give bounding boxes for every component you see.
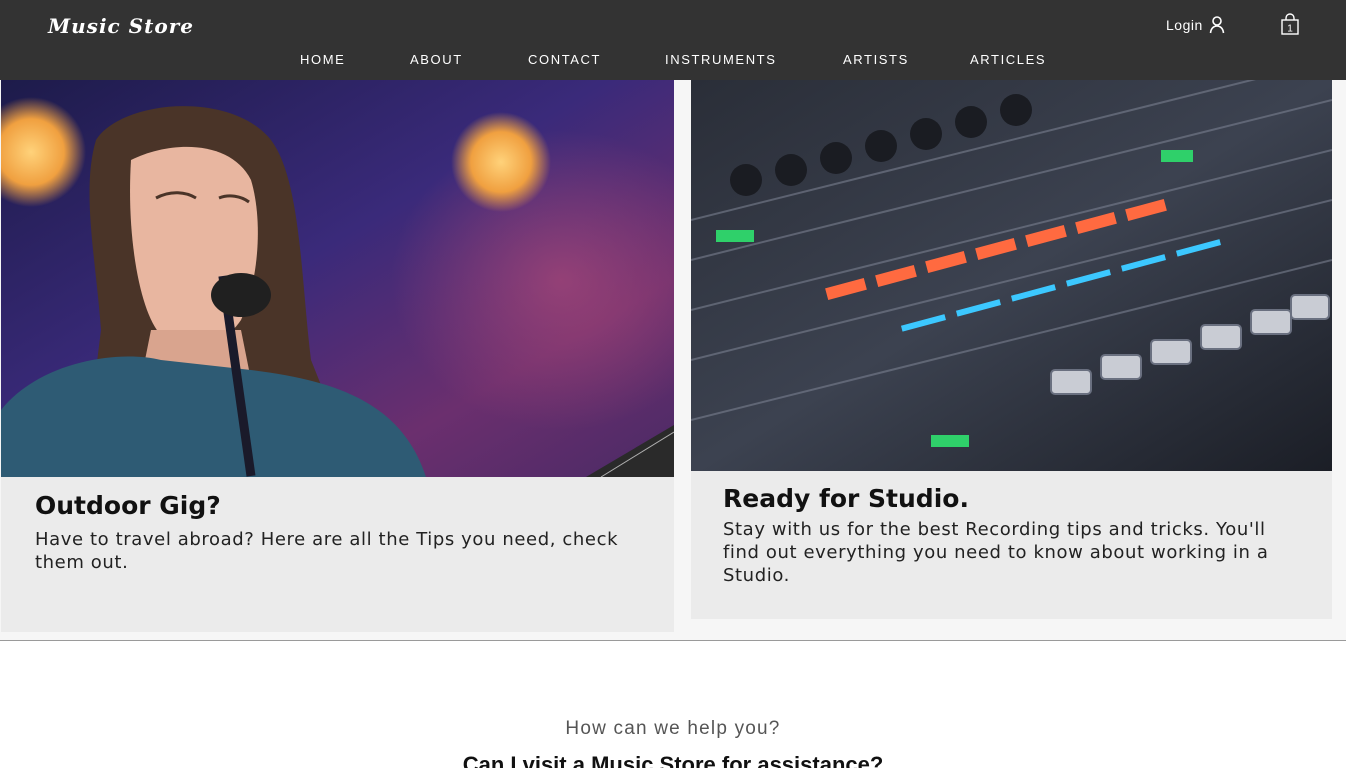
article-card-ready-for-studio[interactable]: Ready for Studio. Stay with us for the b… xyxy=(691,80,1332,619)
shopping-bag-icon: 1 xyxy=(1281,13,1299,35)
site-header: Music Store Login 1 HOME ABOUT CONTACT I… xyxy=(0,0,1346,80)
site-logo[interactable]: Music Store xyxy=(48,14,194,38)
main-nav: HOME ABOUT CONTACT INSTRUMENTS ARTISTS A… xyxy=(0,52,1346,70)
featured-articles: Outdoor Gig? Have to travel abroad? Here… xyxy=(0,80,1346,640)
login-link[interactable]: Login xyxy=(1166,16,1225,34)
cart-count: 1 xyxy=(1287,24,1293,35)
login-label: Login xyxy=(1166,17,1203,33)
nav-home[interactable]: HOME xyxy=(300,52,345,67)
card-title[interactable]: Outdoor Gig? xyxy=(35,491,221,520)
nav-instruments[interactable]: INSTRUMENTS xyxy=(665,52,777,67)
card-text: Have to travel abroad? Here are all the … xyxy=(35,529,619,573)
singer-photo xyxy=(1,80,674,477)
nav-artists[interactable]: ARTISTS xyxy=(843,52,909,67)
nav-about[interactable]: ABOUT xyxy=(410,52,463,67)
mixing-console-photo xyxy=(691,80,1332,471)
help-subtitle: How can we help you? xyxy=(565,718,781,739)
cart-button[interactable]: 1 xyxy=(1279,13,1301,42)
nav-articles[interactable]: ARTICLES xyxy=(970,52,1046,67)
article-card-outdoor-gig[interactable]: Outdoor Gig? Have to travel abroad? Here… xyxy=(1,80,674,632)
user-icon xyxy=(1209,16,1225,34)
card-text: Stay with us for the best Recording tips… xyxy=(723,519,1269,586)
nav-contact[interactable]: CONTACT xyxy=(528,52,601,67)
help-question[interactable]: Can I visit a Music Store for assistance… xyxy=(0,752,1346,768)
card-title[interactable]: Ready for Studio. xyxy=(723,484,969,513)
section-divider xyxy=(0,640,1346,641)
